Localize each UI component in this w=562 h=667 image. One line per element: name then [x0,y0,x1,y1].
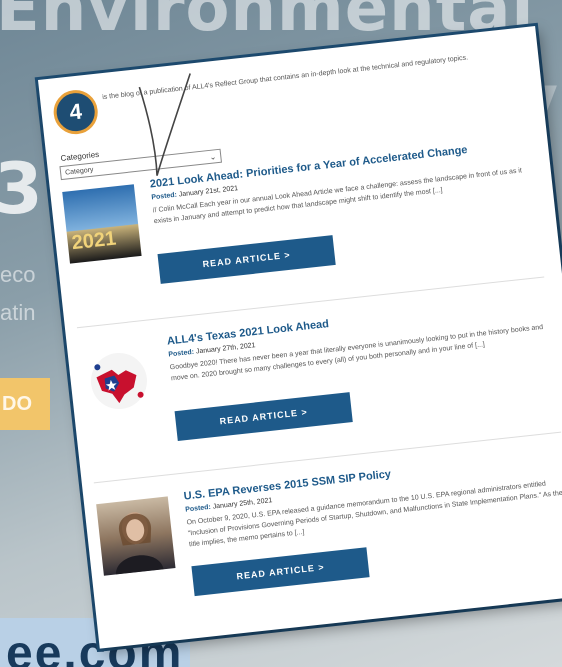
article-thumbnail: 2021 [62,184,142,264]
read-article-button[interactable]: READ ARTICLE > [157,235,336,284]
posted-label: Posted: [168,348,195,359]
categories-label: Categories [60,149,100,163]
background-button: DO [0,378,50,430]
posted-date: January 25th, 2021 [212,497,273,511]
category-select-value: Category [64,166,94,177]
background-digit: 3 [0,148,43,230]
all4-logo-icon: 4 [51,87,100,137]
person-portrait-icon [115,512,164,575]
read-article-button[interactable]: READ ARTICLE > [191,547,370,597]
author-photo [96,496,176,576]
texas-flag-icon [90,353,147,410]
newsletter-page: 4 is the blog of a publication of ALL4's… [38,26,562,649]
thumbnail-year: 2021 [70,227,118,255]
background-text-line: eco [0,262,36,287]
read-article-button[interactable]: READ ARTICLE > [174,392,353,442]
newsletter-header: 4 is the blog of a publication of ALL4's… [51,42,518,181]
posted-label: Posted: [184,503,212,514]
background-text-line: atin [0,300,36,325]
article-thumbnail [79,341,159,421]
chevron-down-icon: ⌄ [209,152,217,162]
posted-date: January 27th, 2021 [195,342,256,356]
